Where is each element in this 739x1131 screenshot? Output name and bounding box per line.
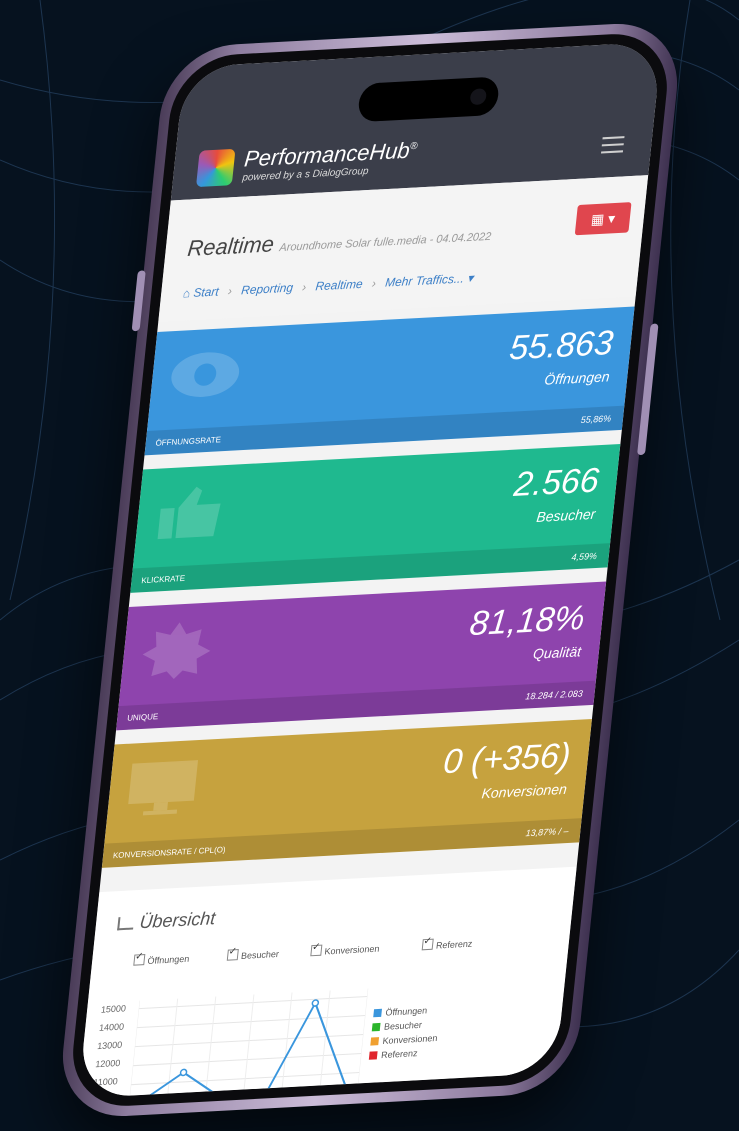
home-icon: ⌂ — [182, 285, 191, 301]
overview-title: Übersicht — [117, 908, 216, 934]
thumbs-up-icon — [157, 486, 221, 540]
checkbox-icon — [133, 954, 146, 966]
page-subtitle: Aroundhome Solar fulle.media - 04.04.202… — [278, 230, 492, 255]
card-caption: Qualität — [532, 643, 583, 662]
legend-reference[interactable]: Referenz — [368, 1047, 437, 1061]
legend-swatch — [370, 1037, 380, 1046]
card-caption: Öffnungen — [543, 368, 611, 388]
data-point[interactable] — [179, 1068, 188, 1077]
breadcrumb-separator: › — [301, 279, 308, 295]
card-footer-value: 4,59% — [571, 550, 598, 563]
y-tick-label: 15000 — [100, 1003, 127, 1015]
legend-openings[interactable]: Öffnungen — [373, 1005, 441, 1019]
app-header: PerformanceHub® powered by a s DialogGro… — [170, 41, 662, 201]
checkbox-icon — [421, 938, 434, 951]
logo-cube-icon[interactable] — [195, 148, 236, 188]
toggle-reference[interactable]: Referenz — [421, 937, 474, 952]
card-value: 55.863 — [507, 323, 616, 368]
toggle-openings[interactable]: Öffnungen — [133, 952, 190, 967]
card-value: 0 (+356) — [441, 736, 573, 782]
overview-chart — [128, 988, 369, 1099]
caret-down-icon[interactable]: ▾ — [467, 271, 474, 285]
breadcrumb-separator: › — [227, 283, 233, 299]
checkbox-icon — [226, 949, 239, 961]
legend-swatch — [371, 1022, 381, 1032]
grid-line — [241, 994, 255, 1099]
card-footer-value: 13,87% / – — [525, 825, 570, 839]
chevron-down-icon: ▾ — [607, 209, 616, 227]
card-caption: Konversionen — [480, 780, 568, 802]
grid-line — [356, 988, 369, 1099]
legend-visitors[interactable]: Besucher — [371, 1019, 440, 1033]
eye-icon — [171, 352, 240, 397]
y-tick-label: 13000 — [96, 1039, 123, 1052]
page-title: Realtime Aroundhome Solar fulle.media - 0… — [186, 230, 492, 262]
y-tick-label: 12000 — [94, 1057, 121, 1070]
chart-legend: Öffnungen Besucher Konversionen Referenz — [368, 1005, 441, 1065]
camera-icon — [469, 88, 488, 106]
card-footer-label: KONVERSIONSRATE / CPL(O) — [112, 845, 227, 861]
badge-icon — [142, 622, 211, 679]
legend-swatch — [373, 1008, 383, 1018]
card-footer: KONVERSIONSRATE / CPL(O) 13,87% / – — [101, 818, 582, 868]
grid-line — [280, 992, 293, 1099]
breadcrumb-reporting[interactable]: Reporting — [241, 280, 294, 297]
checkbox-icon — [310, 944, 323, 957]
monitor-icon — [128, 760, 199, 816]
breadcrumb-realtime[interactable]: Realtime — [315, 277, 364, 294]
legend-swatch — [368, 1051, 378, 1060]
card-conversions[interactable]: 0 (+356) Konversionen KONVERSIONSRATE / … — [101, 719, 592, 868]
hamburger-menu-icon[interactable] — [600, 136, 625, 154]
y-tick-label: 14000 — [98, 1021, 125, 1033]
card-footer-label: KLICKRATE — [140, 573, 186, 586]
card-value: 2.566 — [512, 461, 601, 505]
dynamic-island — [356, 76, 501, 123]
grid-line — [318, 990, 331, 1099]
card-openings[interactable]: 55.863 Öffnungen ÖFFNUNGSRATE 55,86% — [144, 306, 635, 456]
breadcrumb-separator: › — [371, 276, 377, 291]
card-footer-value: 18.284 / 2.083 — [524, 688, 584, 702]
series-toggles: Öffnungen Besucher Konversionen Referenz — [133, 932, 560, 966]
card-caption: Besucher — [535, 505, 597, 525]
card-footer-label: ÖFFNUNGSRATE — [155, 435, 222, 448]
y-tick-label: 11000 — [92, 1076, 119, 1088]
legend-conversions[interactable]: Konversionen — [370, 1033, 438, 1047]
breadcrumb-more-traffics[interactable]: Mehr Traffics... — [385, 271, 465, 289]
card-visitors[interactable]: 2.566 Besucher KLICKRATE 4,59% — [130, 444, 621, 593]
toggle-visitors[interactable]: Besucher — [226, 947, 280, 962]
calendar-icon: ▦ — [590, 210, 606, 228]
overview-panel: Übersicht Öffnungen Besucher Konversione… — [78, 866, 577, 1099]
card-value: 81,18% — [467, 598, 587, 644]
data-point[interactable] — [311, 999, 320, 1007]
card-quality[interactable]: 81,18% Qualität UNIQUE 18.284 / 2.083 — [116, 581, 607, 731]
breadcrumb: ⌂ Start › Reporting › Realtime › Mehr Tr… — [182, 271, 474, 301]
grid-line — [203, 996, 217, 1099]
chart-icon — [117, 916, 135, 931]
breadcrumb-start[interactable]: Start — [193, 284, 220, 299]
card-footer-label: UNIQUE — [126, 711, 159, 723]
card-footer-value: 55,86% — [580, 413, 612, 426]
grid-line — [128, 1000, 141, 1099]
page-header: Realtime Aroundhome Solar fulle.media - 0… — [158, 175, 649, 322]
toggle-conversions[interactable]: Konversionen — [310, 941, 380, 957]
date-picker-button[interactable]: ▦ ▾ — [574, 202, 632, 236]
